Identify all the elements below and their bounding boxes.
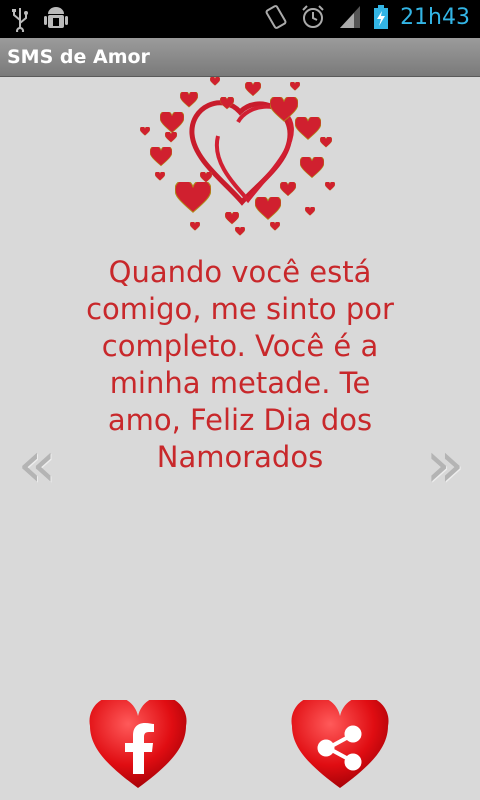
android-debug-icon xyxy=(44,7,68,28)
alarm-icon xyxy=(302,5,324,28)
vibrate-icon xyxy=(265,5,287,29)
battery-charging-icon xyxy=(374,5,389,29)
facebook-share-button[interactable] xyxy=(88,700,188,790)
hearts-decoration-image xyxy=(140,77,335,236)
love-message-text: Quando você está comigo, me sinto por co… xyxy=(86,255,394,474)
signal-icon xyxy=(340,6,361,28)
status-bar: 21h43 xyxy=(0,0,480,38)
previous-message-button[interactable]: « xyxy=(12,430,62,500)
notification-icons xyxy=(10,6,68,32)
usb-icon xyxy=(12,8,28,32)
app-title: SMS de Amor xyxy=(7,46,150,68)
system-icons: 21h43 xyxy=(264,4,470,30)
clock: 21h43 xyxy=(400,4,470,30)
next-message-button[interactable]: » xyxy=(420,430,470,500)
share-button[interactable] xyxy=(290,700,390,790)
